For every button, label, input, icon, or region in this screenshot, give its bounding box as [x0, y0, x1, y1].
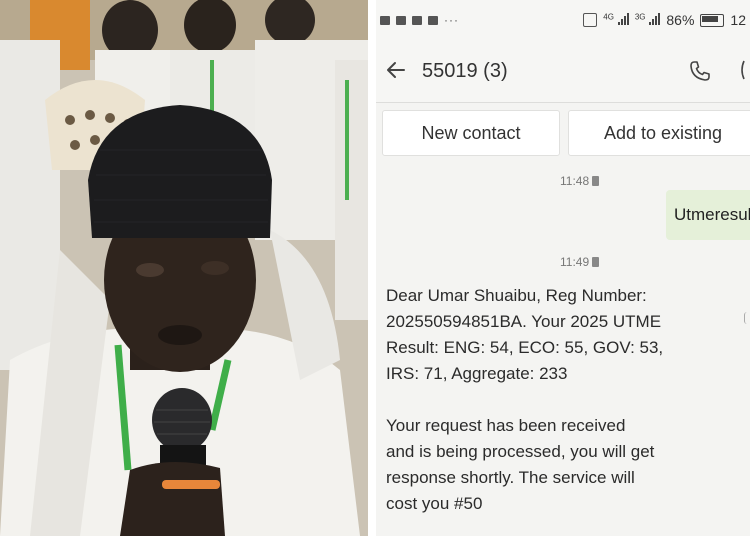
- notification-icons: ···: [380, 13, 459, 27]
- signal-a: 4G: [603, 12, 629, 28]
- received-message-processing[interactable]: Your request has been received and is be…: [386, 413, 736, 517]
- timestamp-text: 11:48: [560, 174, 590, 188]
- more-notifications-icon: ···: [444, 13, 459, 27]
- received-message-result[interactable]: Dear Umar Shuaibu, Reg Number: 202550594…: [386, 283, 736, 387]
- sent-message-bubble[interactable]: Utmeresult: [666, 190, 750, 240]
- scroll-edge-indicator: [744, 312, 749, 324]
- signal-bars-icon-2: [649, 13, 661, 25]
- phone-screen: ··· 4G 3G 86% 12 55019 (3) New contact A…: [376, 0, 750, 536]
- battery-icon: [700, 13, 725, 27]
- status-bar: ··· 4G 3G 86% 12: [376, 0, 750, 42]
- more-options-icon[interactable]: [738, 58, 750, 82]
- new-contact-button[interactable]: New contact: [382, 110, 560, 156]
- sent-message-text: Utmeresult: [674, 205, 750, 224]
- signal-bars-icon: [617, 13, 629, 25]
- app-notification-icon: [412, 15, 422, 25]
- app-notification-icon-2: [428, 15, 438, 25]
- photo-illustration: [0, 0, 368, 536]
- contact-actions: New contact Add to existing: [376, 110, 750, 158]
- message-timestamp: 11:48: [560, 174, 600, 188]
- clock: 12: [730, 12, 746, 28]
- battery-percent: 86%: [666, 12, 695, 28]
- timestamp-text-2: 11:49: [560, 255, 590, 269]
- image-divider: [368, 0, 376, 536]
- add-to-existing-button[interactable]: Add to existing: [568, 110, 750, 156]
- conversation-title: 55019 (3): [422, 60, 508, 82]
- message-notification-icon: [380, 15, 390, 25]
- phone-call-icon[interactable]: [688, 59, 712, 83]
- conversation-header: 55019 (3): [376, 42, 750, 103]
- sim-icon-2: [592, 257, 600, 267]
- vibrate-icon: [583, 13, 598, 27]
- sim-icon: [592, 176, 600, 186]
- student-photo: [0, 0, 368, 536]
- signal-b: 3G: [635, 12, 661, 28]
- back-arrow-icon[interactable]: [384, 58, 408, 82]
- network-type-a: 4G: [603, 12, 614, 22]
- network-type-b: 3G: [634, 12, 646, 22]
- status-indicators: 4G 3G 86% 12: [583, 12, 746, 28]
- message-timestamp-2: 11:49: [560, 255, 600, 269]
- image-notification-icon: [396, 15, 406, 25]
- received-messages: Dear Umar Shuaibu, Reg Number: 202550594…: [386, 283, 736, 517]
